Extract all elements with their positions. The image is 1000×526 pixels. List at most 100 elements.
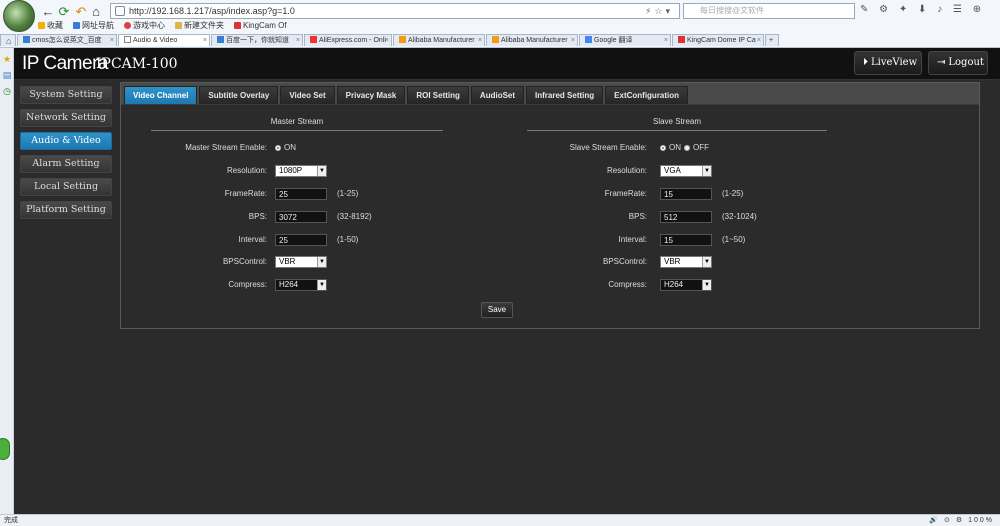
master-resolution-label: Resolution: bbox=[226, 166, 267, 175]
bookmark-item[interactable]: 收藏 bbox=[38, 20, 63, 32]
tab-video-channel[interactable]: Video Channel bbox=[124, 86, 198, 104]
home-tab-icon[interactable]: ⌂ bbox=[0, 34, 16, 46]
master-interval-row: Interval: 25 (1-50) bbox=[121, 233, 521, 247]
slave-framerate-row: FrameRate: 15 (1-25) bbox=[501, 187, 921, 201]
browser-tab[interactable]: 百度一下，你就知道 × bbox=[211, 34, 303, 46]
camera-app: IP Camera IPCAM-100 ⏵ LiveView ⇥ Logout Sy… bbox=[14, 48, 1000, 514]
master-framerate-range: (1-25) bbox=[337, 189, 359, 198]
tab-privacy-mask[interactable]: Privacy Mask bbox=[336, 86, 406, 104]
slave-bpscontrol-select[interactable]: VBR ▼ bbox=[660, 256, 712, 268]
master-stream-title: Master Stream bbox=[151, 117, 443, 131]
master-bpscontrol-value: VBR bbox=[279, 257, 296, 266]
slave-enable-on-radio[interactable]: ON bbox=[660, 141, 681, 155]
slave-compress-label: Compress: bbox=[608, 280, 647, 289]
side-handle-icon[interactable] bbox=[0, 438, 10, 460]
browser-tab[interactable]: cmos怎么说英文_百度 × bbox=[17, 34, 117, 46]
status-icons[interactable]: 🔊 ⊙ ⚙ bbox=[929, 517, 968, 524]
logout-button[interactable]: ⇥ Logout bbox=[928, 51, 988, 75]
toolbar-icons[interactable]: ✎ ⚙ ✦ ⬇ ♪ ☰ ⊕ bbox=[860, 4, 985, 15]
search-input[interactable]: 每日搜搜@文软件 bbox=[683, 3, 855, 19]
subtab-bar: Video Channel Subtitle Overlay Video Set… bbox=[121, 83, 979, 105]
new-tab-icon[interactable]: + bbox=[765, 34, 779, 46]
master-bps-label: BPS: bbox=[248, 212, 267, 221]
nav-local-setting[interactable]: Local Setting bbox=[20, 178, 112, 196]
master-on-label: ON bbox=[284, 143, 296, 152]
browser-logo-icon bbox=[3, 0, 35, 32]
slave-bps-input[interactable]: 512 bbox=[660, 211, 712, 223]
slave-interval-row: Interval: 15 (1~50) bbox=[501, 233, 921, 247]
bookmark-item[interactable]: 网址导航 bbox=[73, 20, 114, 32]
master-enable-on-radio[interactable]: ON bbox=[275, 141, 296, 155]
save-button[interactable]: Save bbox=[481, 302, 513, 318]
slave-bps-row: BPS: 512 (32-1024) bbox=[501, 210, 921, 224]
slave-resolution-label: Resolution: bbox=[606, 166, 647, 175]
slave-bps-range: (32-1024) bbox=[722, 212, 757, 221]
slave-enable-off-radio[interactable]: OFF bbox=[684, 141, 709, 155]
tab-video-set[interactable]: Video Set bbox=[280, 86, 335, 104]
page-icon bbox=[115, 6, 125, 16]
dropdown-arrow-icon: ▼ bbox=[317, 280, 326, 290]
slave-resolution-select[interactable]: VGA ▼ bbox=[660, 165, 712, 177]
master-interval-input[interactable]: 25 bbox=[275, 234, 327, 246]
bookmark-star-icon[interactable]: ⚡☆▾ bbox=[645, 4, 673, 18]
slave-compress-row: Compress: H264 ▼ bbox=[501, 278, 921, 292]
back-icon[interactable]: ← bbox=[40, 4, 56, 20]
home-icon[interactable]: ⌂ bbox=[88, 4, 104, 20]
browser-tabs: ⌂ cmos怎么说英文_百度 × Audio & Video × 百度一下，你就知道… bbox=[0, 34, 1000, 47]
dropdown-arrow-icon: ▼ bbox=[702, 166, 711, 176]
dropdown-arrow-icon: ▼ bbox=[317, 257, 326, 267]
address-text: http://192.168.1.217/asp/index.asp?g=1.0 bbox=[129, 6, 295, 16]
logout-icon: ⇥ bbox=[937, 57, 946, 68]
master-framerate-label: FrameRate: bbox=[224, 189, 267, 198]
slave-compress-select[interactable]: H264 ▼ bbox=[660, 279, 712, 291]
nav-alarm-setting[interactable]: Alarm Setting bbox=[20, 155, 112, 173]
nav-network-setting[interactable]: Network Setting bbox=[20, 109, 112, 127]
bookmark-item[interactable]: 新建文件夹 bbox=[175, 20, 224, 32]
browser-status-bar: 完成 🔊 ⊙ ⚙ 100% bbox=[0, 514, 1000, 526]
browser-tab-active[interactable]: Audio & Video × bbox=[118, 34, 210, 46]
master-framerate-row: FrameRate: 25 (1-25) bbox=[121, 187, 521, 201]
nav-platform-setting[interactable]: Platform Setting bbox=[20, 201, 112, 219]
tab-infrared-setting[interactable]: Infrared Setting bbox=[526, 86, 604, 104]
dropdown-arrow-icon: ▼ bbox=[702, 257, 711, 267]
nav-system-setting[interactable]: System Setting bbox=[20, 86, 112, 104]
master-bpscontrol-select[interactable]: VBR ▼ bbox=[275, 256, 327, 268]
tab-roi-setting[interactable]: ROI Setting bbox=[407, 86, 469, 104]
browser-tab[interactable]: AliExpress.com - Onli × bbox=[304, 34, 392, 46]
slave-interval-input[interactable]: 15 bbox=[660, 234, 712, 246]
browser-tab[interactable]: Google 翻译 × bbox=[579, 34, 671, 46]
master-compress-label: Compress: bbox=[228, 280, 267, 289]
status-text: 完成 bbox=[4, 517, 18, 524]
address-bar[interactable]: http://192.168.1.217/asp/index.asp?g=1.0… bbox=[110, 3, 680, 19]
nav-audio-video[interactable]: Audio & Video bbox=[20, 132, 112, 150]
slave-resolution-row: Resolution: VGA ▼ bbox=[501, 164, 921, 178]
favorites-star-icon[interactable]: ★ bbox=[2, 54, 12, 64]
tab-audioset[interactable]: AudioSet bbox=[470, 86, 525, 104]
tab-subtitle-overlay[interactable]: Subtitle Overlay bbox=[199, 86, 279, 104]
history-clock-icon[interactable]: ◷ bbox=[2, 86, 12, 96]
refresh-icon[interactable]: ⟳ bbox=[56, 4, 72, 20]
tab-extconfiguration[interactable]: ExtConfiguration bbox=[605, 86, 689, 104]
master-bpscontrol-label: BPSControl: bbox=[222, 257, 267, 266]
master-framerate-input[interactable]: 25 bbox=[275, 188, 327, 200]
master-resolution-row: Resolution: 1080P ▼ bbox=[121, 164, 521, 178]
app-header: IP Camera IPCAM-100 ⏵ LiveView ⇥ Logout bbox=[14, 48, 1000, 80]
slave-framerate-input[interactable]: 15 bbox=[660, 188, 712, 200]
bookmark-item[interactable]: 游戏中心 bbox=[124, 20, 165, 32]
undo-icon[interactable]: ↶ bbox=[73, 4, 89, 20]
browser-tab[interactable]: KingCam Dome IP Ca × bbox=[672, 34, 764, 46]
liveview-button[interactable]: ⏵ LiveView bbox=[854, 51, 922, 75]
master-bps-input[interactable]: 3072 bbox=[275, 211, 327, 223]
status-right: 🔊 ⊙ ⚙ 100% bbox=[929, 515, 994, 526]
slave-enable-label: Slave Stream Enable: bbox=[569, 143, 647, 152]
zoom-level[interactable]: 100% bbox=[968, 517, 994, 524]
master-compress-select[interactable]: H264 ▼ bbox=[275, 279, 327, 291]
radio-icon bbox=[660, 145, 666, 151]
bookmark-item[interactable]: KingCam Of bbox=[234, 20, 287, 32]
master-enable-row: Master Stream Enable: ON bbox=[121, 141, 521, 155]
master-resolution-select[interactable]: 1080P ▼ bbox=[275, 165, 327, 177]
browser-tab[interactable]: Alibaba Manufacturer × bbox=[486, 34, 578, 46]
panel-icon[interactable]: ▤ bbox=[2, 70, 12, 80]
browser-tab[interactable]: Alibaba Manufacturer × bbox=[393, 34, 485, 46]
slave-bpscontrol-value: VBR bbox=[664, 257, 681, 266]
